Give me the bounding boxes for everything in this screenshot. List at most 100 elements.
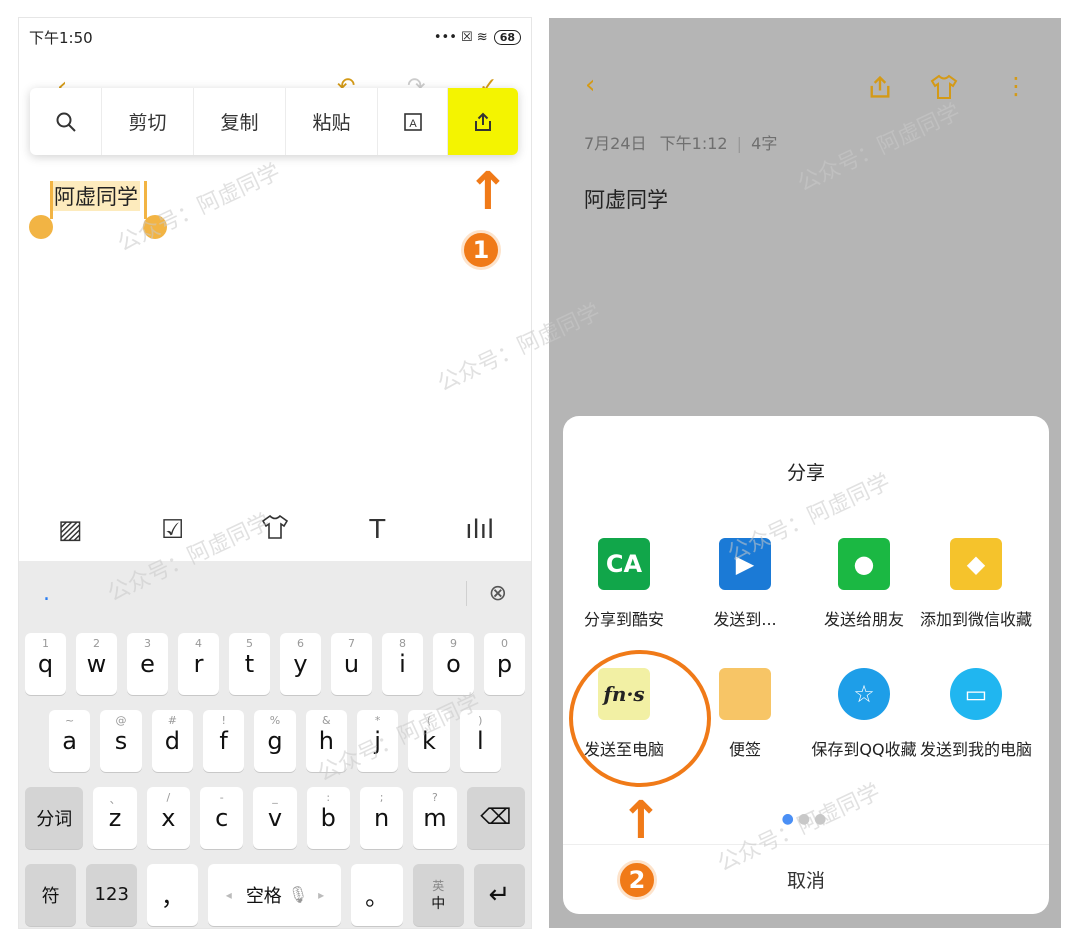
- share-target-1[interactable]: ▶ 发送到...: [686, 538, 804, 631]
- key-label: x: [161, 803, 176, 832]
- key-i[interactable]: 8i: [382, 632, 423, 695]
- key-b[interactable]: :b: [306, 786, 350, 849]
- key-hint: 8: [399, 636, 406, 650]
- share-button[interactable]: [448, 88, 518, 155]
- key-hint: ;: [379, 790, 384, 804]
- period-key[interactable]: 。: [351, 863, 403, 926]
- key-o[interactable]: 9o: [433, 632, 474, 695]
- share-target-0[interactable]: CA 分享到酷安: [565, 538, 683, 631]
- key-l[interactable]: ) l: [459, 709, 501, 772]
- keyboard: . ⊗ 1q2w3e4r5t6y7u8i9o0p ~ a @ s # d! f% g & h * j(…: [19, 561, 531, 928]
- number-key[interactable]: 123: [86, 863, 138, 926]
- backspace-key[interactable]: ⌫: [466, 786, 525, 849]
- image-insert-icon[interactable]: ▨: [45, 515, 95, 545]
- key-k[interactable]: (k: [408, 709, 450, 772]
- key-hint: 4: [195, 636, 202, 650]
- key-s[interactable]: @ s: [100, 709, 142, 772]
- key-a[interactable]: ~ a: [49, 709, 91, 772]
- key-n[interactable]: ; n: [359, 786, 404, 849]
- key-label: o: [446, 649, 461, 678]
- selection-handle-left[interactable]: [29, 215, 53, 239]
- theme-shirt-icon[interactable]: [929, 74, 959, 107]
- backspace-icon: ⌫: [480, 805, 512, 830]
- theme-shirt-icon[interactable]: [250, 514, 300, 547]
- share-app-icon: ▶: [719, 538, 771, 590]
- more-menu-icon[interactable]: ⋮: [1004, 72, 1028, 100]
- enter-key[interactable]: ↵: [473, 863, 525, 926]
- key-hint: &: [322, 713, 331, 727]
- cut-button[interactable]: 剪切: [102, 88, 194, 155]
- key-q[interactable]: 1q: [25, 632, 66, 695]
- key-hint: 6: [297, 636, 304, 650]
- share-app-label: 分享到酷安: [583, 610, 664, 629]
- key-label: b: [320, 803, 336, 832]
- key-h[interactable]: & h: [305, 709, 347, 772]
- search-button[interactable]: [30, 88, 102, 155]
- annotation-circle: [569, 650, 711, 787]
- key-f[interactable]: ! f: [202, 709, 245, 772]
- candidate-dot: .: [43, 580, 50, 606]
- key-hint: -: [219, 790, 224, 804]
- key-y[interactable]: 6y: [280, 632, 321, 695]
- key-e[interactable]: 3e: [127, 632, 168, 695]
- keyboard-row-2: ~ a @ s # d! f% g & h * j(k) l: [19, 702, 531, 779]
- key-w[interactable]: 2w: [76, 632, 117, 695]
- key-d[interactable]: # d: [151, 709, 193, 772]
- key-u[interactable]: 7u: [331, 632, 372, 695]
- comma-key[interactable]: ，: [147, 863, 199, 926]
- share-icon: [475, 112, 491, 131]
- key-c[interactable]: -c: [200, 786, 244, 849]
- note-date: 7月24日: [584, 134, 647, 153]
- key-x[interactable]: / x: [146, 786, 191, 849]
- share-target-2[interactable]: ● 发送给朋友: [805, 538, 923, 631]
- key-hint: ~: [65, 713, 75, 727]
- key-t[interactable]: 5t: [229, 632, 270, 695]
- share-target-7[interactable]: ▭ 发送到我的电脑: [917, 668, 1035, 761]
- paste-button[interactable]: 粘贴: [286, 88, 378, 155]
- symbol-key[interactable]: 符: [25, 863, 77, 926]
- key-hint: %: [269, 713, 281, 727]
- svg-text:A: A: [409, 118, 417, 130]
- voice-input-icon[interactable]: ılıl: [455, 515, 505, 545]
- key-j[interactable]: * j: [356, 709, 399, 772]
- key-hint: 3: [144, 636, 151, 650]
- space-key[interactable]: ◂ 空格 🎙 ▸: [208, 863, 342, 926]
- status-signal-icons: ••• ☒ ≋: [433, 29, 488, 45]
- segment-key[interactable]: 分词: [25, 786, 84, 849]
- key-label: i: [399, 649, 406, 678]
- key-label: c: [215, 803, 229, 832]
- key-label: f: [219, 726, 228, 755]
- share-app-icon: [719, 668, 771, 720]
- key-g[interactable]: % g: [254, 709, 296, 772]
- share-target-6[interactable]: ☆ 保存到QQ收藏: [805, 668, 923, 761]
- clear-candidate-icon[interactable]: ⊗: [465, 580, 507, 606]
- text-format-button[interactable]: A: [378, 88, 448, 155]
- key-label: k: [422, 726, 436, 755]
- share-app-label: 保存到QQ收藏: [811, 740, 917, 759]
- enter-icon: ↵: [488, 879, 511, 910]
- note-format-toolbar: ▨ ☑ T ılıl: [19, 501, 531, 559]
- language-switch-key[interactable]: 英 中: [412, 863, 464, 926]
- key-v[interactable]: _ v: [253, 786, 297, 849]
- share-target-3[interactable]: ◆ 添加到微信收藏: [917, 538, 1035, 631]
- copy-button[interactable]: 复制: [194, 88, 286, 155]
- share-app-label: 发送到我的电脑: [919, 740, 1032, 759]
- text-style-icon[interactable]: T: [352, 515, 402, 545]
- key-hint: ?: [431, 790, 438, 804]
- key-label: j: [374, 726, 381, 755]
- key-p[interactable]: 0p: [484, 632, 525, 695]
- key-label: a: [62, 726, 78, 755]
- key-m[interactable]: ? m: [413, 786, 457, 849]
- share-app-label: 添加到微信收藏: [919, 610, 1032, 629]
- note-meta: 7月24日 下午1:12 | 4字: [584, 130, 777, 154]
- selection-handle-right[interactable]: [143, 215, 167, 239]
- key-z[interactable]: 、 z: [93, 786, 137, 849]
- key-r[interactable]: 4r: [178, 632, 219, 695]
- checklist-icon[interactable]: ☑: [148, 515, 198, 545]
- share-app-icon: ●: [838, 538, 890, 590]
- key-label: h: [318, 726, 334, 755]
- keyboard-row-3: 分词 、 z / x - c _ v: b; n? m ⌫: [19, 779, 531, 856]
- share-icon[interactable]: [867, 74, 893, 107]
- key-hint: 1: [42, 636, 49, 650]
- back-icon[interactable]: ‹: [585, 70, 595, 100]
